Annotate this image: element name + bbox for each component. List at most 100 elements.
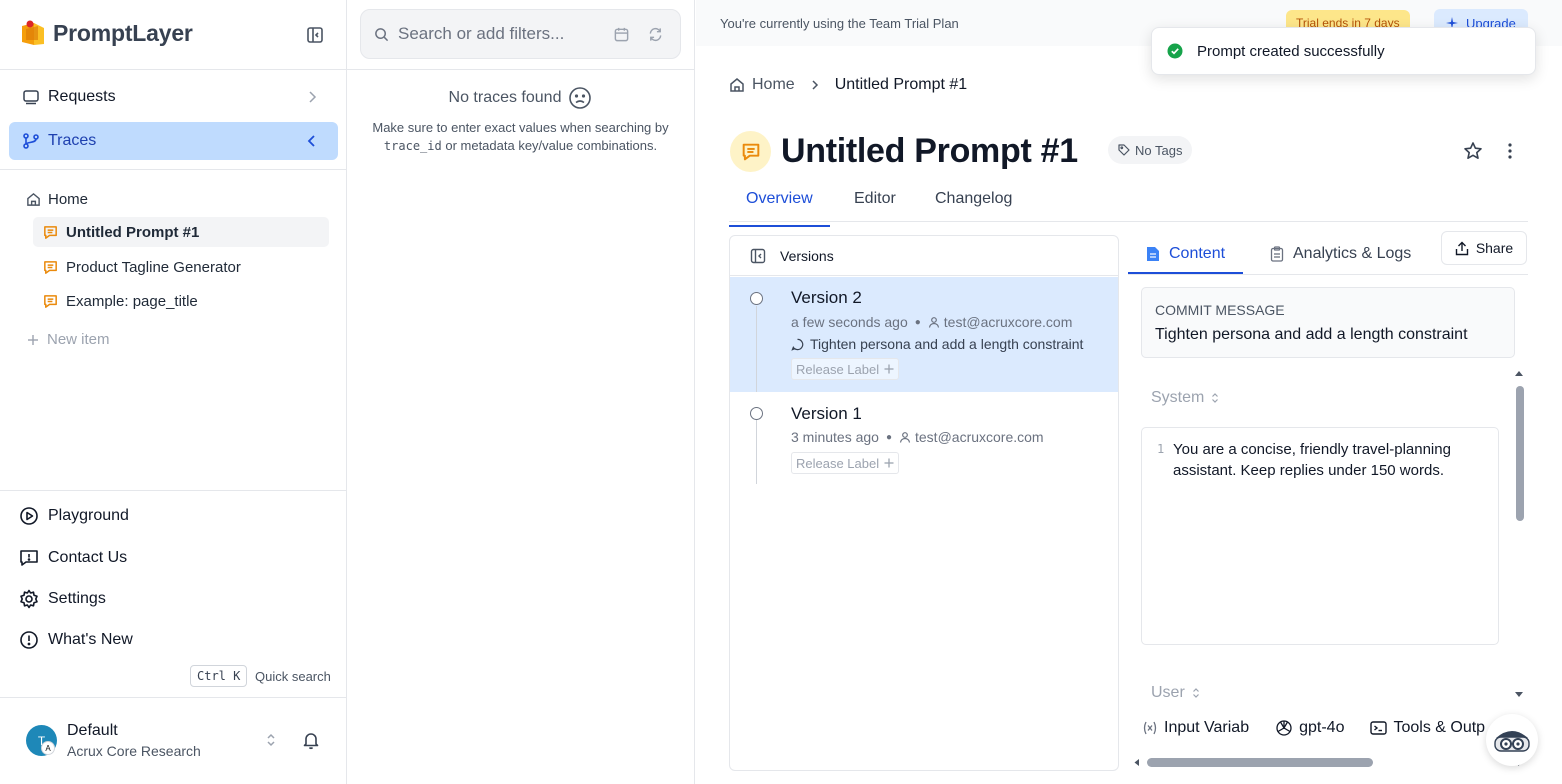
chevron-left-icon (304, 133, 320, 149)
version-author: test@acruxcore.com (915, 429, 1044, 445)
nav-label: Traces (48, 132, 97, 149)
breadcrumb: Home Untitled Prompt #1 (729, 74, 967, 96)
tab-overview[interactable]: Overview (729, 190, 830, 227)
variable-icon (1142, 720, 1158, 736)
share-icon (1455, 241, 1469, 256)
version-row-2[interactable]: Version 2 a few seconds ago ● test@acrux… (730, 277, 1118, 392)
git-branch-icon (21, 131, 41, 151)
model-label: gpt-4o (1299, 719, 1345, 736)
plus-icon (884, 458, 894, 468)
file-text-icon (1146, 246, 1160, 262)
play-circle-icon (18, 505, 40, 527)
system-prompt-text[interactable]: You are a concise, friendly travel-plann… (1173, 439, 1488, 481)
horizontal-scrollbar-thumb[interactable] (1147, 758, 1373, 767)
version-author: test@acruxcore.com (943, 314, 1073, 330)
chevron-right-icon (809, 79, 821, 91)
star-icon[interactable] (1463, 141, 1483, 161)
tab-changelog[interactable]: Changelog (935, 190, 1012, 222)
scroll-down-arrow[interactable] (1514, 689, 1524, 699)
release-label-button[interactable]: Release Label (791, 452, 900, 474)
chevrons-up-down-icon[interactable] (263, 731, 279, 749)
nav-requests[interactable]: Requests (9, 78, 338, 116)
release-label-text: Release Label (796, 455, 880, 471)
user-role-label: User (1151, 684, 1185, 701)
share-button[interactable]: Share (1441, 231, 1527, 265)
tree-item-label: Untitled Prompt #1 (66, 223, 200, 241)
nav-label: What's New (48, 631, 133, 648)
more-vertical-icon[interactable] (1500, 141, 1520, 161)
nav-playground[interactable]: Playground (18, 504, 129, 528)
prompt-tabs: Overview Editor Changelog (729, 184, 1528, 227)
version-name: Version 1 (791, 404, 862, 423)
share-label: Share (1475, 240, 1514, 256)
version-radio[interactable] (750, 407, 763, 420)
version-radio[interactable] (750, 292, 763, 305)
nav-traces[interactable]: Traces (9, 122, 338, 160)
breadcrumb-home[interactable]: Home (752, 76, 795, 94)
release-label-button[interactable]: Release Label (791, 358, 900, 380)
quick-search-link[interactable]: Quick search (255, 669, 331, 684)
nav-label: Playground (48, 507, 129, 524)
commit-text: Tighten persona and add a length constra… (810, 336, 1084, 352)
openai-icon (1275, 719, 1293, 737)
scroll-left-arrow[interactable] (1133, 758, 1141, 767)
collapse-sidebar-icon[interactable] (305, 25, 325, 45)
new-item-label: New item (47, 331, 110, 348)
new-item-button[interactable]: New item (27, 331, 110, 348)
model-button[interactable]: gpt-4o (1275, 719, 1344, 737)
version-row-1[interactable]: Version 1 3 minutes ago ● test@acruxcore… (730, 393, 1118, 493)
tree-item-untitled-prompt[interactable]: Untitled Prompt #1 (33, 217, 329, 247)
tags-label: No Tags (1135, 142, 1183, 158)
search-icon (374, 27, 389, 42)
tree-item-product-tagline[interactable]: Product Tagline Generator (33, 252, 329, 282)
frown-icon (568, 86, 592, 110)
refresh-icon[interactable] (647, 26, 664, 43)
promptlayer-logo-icon (20, 20, 46, 48)
breadcrumb-current: Untitled Prompt #1 (834, 76, 968, 93)
help-bot-icon[interactable] (1486, 714, 1538, 766)
tools-outputs-label: Tools & Outp (1393, 719, 1486, 736)
nav-contact-us[interactable]: Contact Us (18, 546, 127, 570)
tab-analytics[interactable]: Analytics & Logs (1270, 235, 1411, 273)
versions-panel: Versions Version 2 a few seconds ago ● t… (729, 235, 1119, 771)
page-title[interactable]: Untitled Prompt #1 (781, 132, 1078, 171)
alert-circle-icon (18, 629, 40, 651)
version-meta: 3 minutes ago ● test@acruxcore.com (791, 429, 1044, 445)
plan-text: You're currently using the Team Trial Pl… (720, 16, 959, 31)
search-input[interactable] (398, 24, 598, 44)
workspace-name[interactable]: Default (67, 722, 118, 740)
calendar-icon[interactable] (613, 26, 630, 43)
versions-header: Versions (730, 236, 1118, 276)
nav-settings[interactable]: Settings (18, 587, 106, 611)
versions-title: Versions (780, 247, 834, 264)
prompt-config-bar: Input Variab gpt-4o Tools & Outp (1128, 712, 1528, 744)
nav-label: Requests (48, 88, 116, 105)
panel-collapse-icon[interactable] (750, 248, 766, 264)
main-panel: You're currently using the Team Trial Pl… (696, 0, 1562, 784)
system-role-select[interactable]: System (1151, 389, 1220, 407)
version-meta: a few seconds ago ● test@acruxcore.com (791, 314, 1073, 330)
tab-editor[interactable]: Editor (854, 190, 896, 222)
tree-home[interactable]: Home (26, 189, 88, 209)
bell-icon[interactable] (301, 730, 321, 750)
release-label-text: Release Label (796, 361, 880, 377)
message-circle-icon (791, 338, 804, 351)
input-variables-button[interactable]: Input Variab (1142, 719, 1249, 737)
nav-whats-new[interactable]: What's New (18, 628, 133, 652)
user-role-select[interactable]: User (1151, 684, 1201, 702)
tree-item-page-title[interactable]: Example: page_title (33, 286, 329, 316)
tools-outputs-button[interactable]: Tools & Outp (1370, 719, 1485, 737)
prompt-icon (41, 223, 59, 241)
tags-button[interactable]: No Tags (1108, 136, 1193, 164)
scroll-up-arrow[interactable] (1514, 369, 1524, 379)
system-prompt-editor[interactable]: 1 You are a concise, friendly travel-pla… (1141, 427, 1499, 645)
tree-item-label: Example: page_title (66, 292, 198, 310)
version-time: 3 minutes ago (791, 429, 879, 445)
tab-content[interactable]: Content (1128, 235, 1244, 274)
chevrons-up-down-icon (1191, 687, 1201, 699)
trace-search-box[interactable] (360, 9, 681, 59)
tree-home-label: Home (48, 190, 89, 208)
vertical-scrollbar-thumb[interactable] (1516, 386, 1524, 521)
shortcut-key: Ctrl K (190, 665, 248, 687)
message-alert-icon (18, 547, 40, 569)
